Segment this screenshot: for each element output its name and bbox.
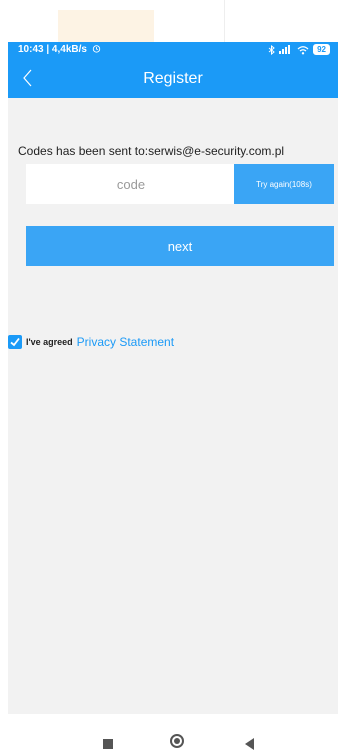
status-bar: 10:43 | 4,4kB/s 92	[8, 42, 338, 58]
top-decoration	[0, 0, 346, 42]
signal-icon	[279, 45, 291, 54]
page: 10:43 | 4,4kB/s 92 Register Codes has be…	[0, 0, 346, 756]
agree-checkbox[interactable]	[8, 335, 22, 349]
wifi-icon	[297, 45, 309, 54]
page-title: Register	[143, 70, 203, 87]
system-back-button[interactable]	[245, 738, 254, 750]
alarm-clock-icon	[92, 45, 100, 53]
agreement-row: I've agreed Privacy Statement	[8, 335, 174, 349]
status-right: 92	[268, 44, 330, 55]
status-time-speed: 10:43 | 4,4kB/s	[18, 44, 87, 55]
checkmark-icon	[10, 337, 20, 347]
divider	[224, 0, 225, 42]
system-nav-bar	[0, 714, 346, 756]
status-left: 10:43 | 4,4kB/s	[18, 44, 101, 55]
battery-indicator: 92	[313, 44, 330, 55]
agreed-label: I've agreed	[26, 337, 73, 347]
next-button[interactable]: next	[26, 226, 334, 266]
home-button[interactable]	[170, 734, 184, 748]
bluetooth-icon	[268, 44, 275, 55]
try-again-button[interactable]: Try again(108s)	[234, 164, 334, 204]
recents-button[interactable]	[103, 739, 113, 749]
nav-bar: Register	[8, 58, 338, 98]
privacy-statement-link[interactable]: Privacy Statement	[77, 335, 174, 349]
app-screen: 10:43 | 4,4kB/s 92 Register Codes has be…	[8, 42, 338, 714]
code-input[interactable]	[26, 164, 236, 204]
faded-logo-mark	[58, 10, 154, 42]
code-sent-message: Codes has been sent to:serwis@e-security…	[18, 144, 285, 158]
